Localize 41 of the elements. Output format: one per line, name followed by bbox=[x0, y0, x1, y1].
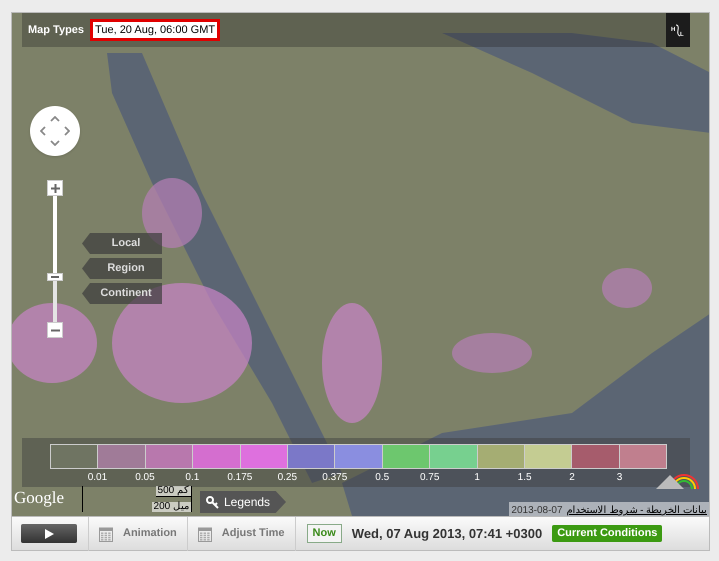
rain-area bbox=[602, 268, 652, 308]
now-button[interactable]: Now bbox=[306, 524, 342, 543]
legend-label: 0.25 bbox=[278, 473, 298, 483]
legend-label: 0.75 bbox=[420, 473, 440, 483]
legend-label: 0.1 bbox=[185, 473, 200, 483]
legend-label: 1 bbox=[474, 473, 480, 483]
view-scale-button[interactable]: Continent bbox=[82, 283, 162, 304]
view-scale-button[interactable]: Local bbox=[82, 233, 162, 254]
legend-label: 0.01 bbox=[88, 473, 108, 483]
legend-label: 2 bbox=[569, 473, 575, 483]
legend-label: 0.375 bbox=[322, 473, 348, 483]
pan-arrows-icon bbox=[40, 116, 70, 146]
adjust-time-button[interactable]: Adjust Time bbox=[188, 525, 295, 542]
animation-button[interactable]: Animation bbox=[89, 525, 187, 542]
zoom-out-button[interactable] bbox=[47, 322, 63, 338]
rain-area bbox=[142, 178, 202, 248]
calendar-icon bbox=[99, 526, 113, 542]
legend-label: 0.05 bbox=[135, 473, 155, 483]
legend-label: 1.5 bbox=[518, 473, 532, 483]
play-button[interactable] bbox=[21, 524, 77, 543]
pan-control[interactable] bbox=[30, 106, 80, 156]
scale-km-label: 500 كم bbox=[156, 486, 191, 497]
zoom-slider-thumb[interactable] bbox=[47, 272, 63, 281]
view-scale-button[interactable]: Region bbox=[82, 258, 162, 279]
map-date: 2013-08-07 bbox=[511, 506, 563, 516]
google-logo: Google bbox=[14, 489, 64, 506]
calendar-icon bbox=[198, 526, 212, 542]
forecast-time-field[interactable]: Tue, 20 Aug, 06:00 GMT bbox=[90, 19, 220, 41]
legend-label: 0.175 bbox=[227, 473, 252, 483]
current-time: Wed, 07 Aug 2013, 07:41 +0300 bbox=[352, 524, 542, 543]
key-icon bbox=[206, 496, 219, 508]
legends-button[interactable]: Legends bbox=[200, 491, 286, 513]
legend-label: 0.5 bbox=[375, 473, 390, 483]
scale-miles-label: 200 ميل bbox=[152, 502, 191, 512]
plus-icon bbox=[50, 184, 60, 192]
map-types-button[interactable]: Map Types bbox=[22, 22, 90, 38]
map-terms-link[interactable]: بيانات الخريطة - شروط الاستخدام bbox=[566, 506, 707, 516]
legend-label: 3 bbox=[616, 473, 622, 483]
zoom-in-button[interactable] bbox=[47, 180, 63, 196]
play-icon bbox=[44, 528, 54, 538]
current-conditions-button[interactable]: Current Conditions bbox=[552, 525, 662, 542]
